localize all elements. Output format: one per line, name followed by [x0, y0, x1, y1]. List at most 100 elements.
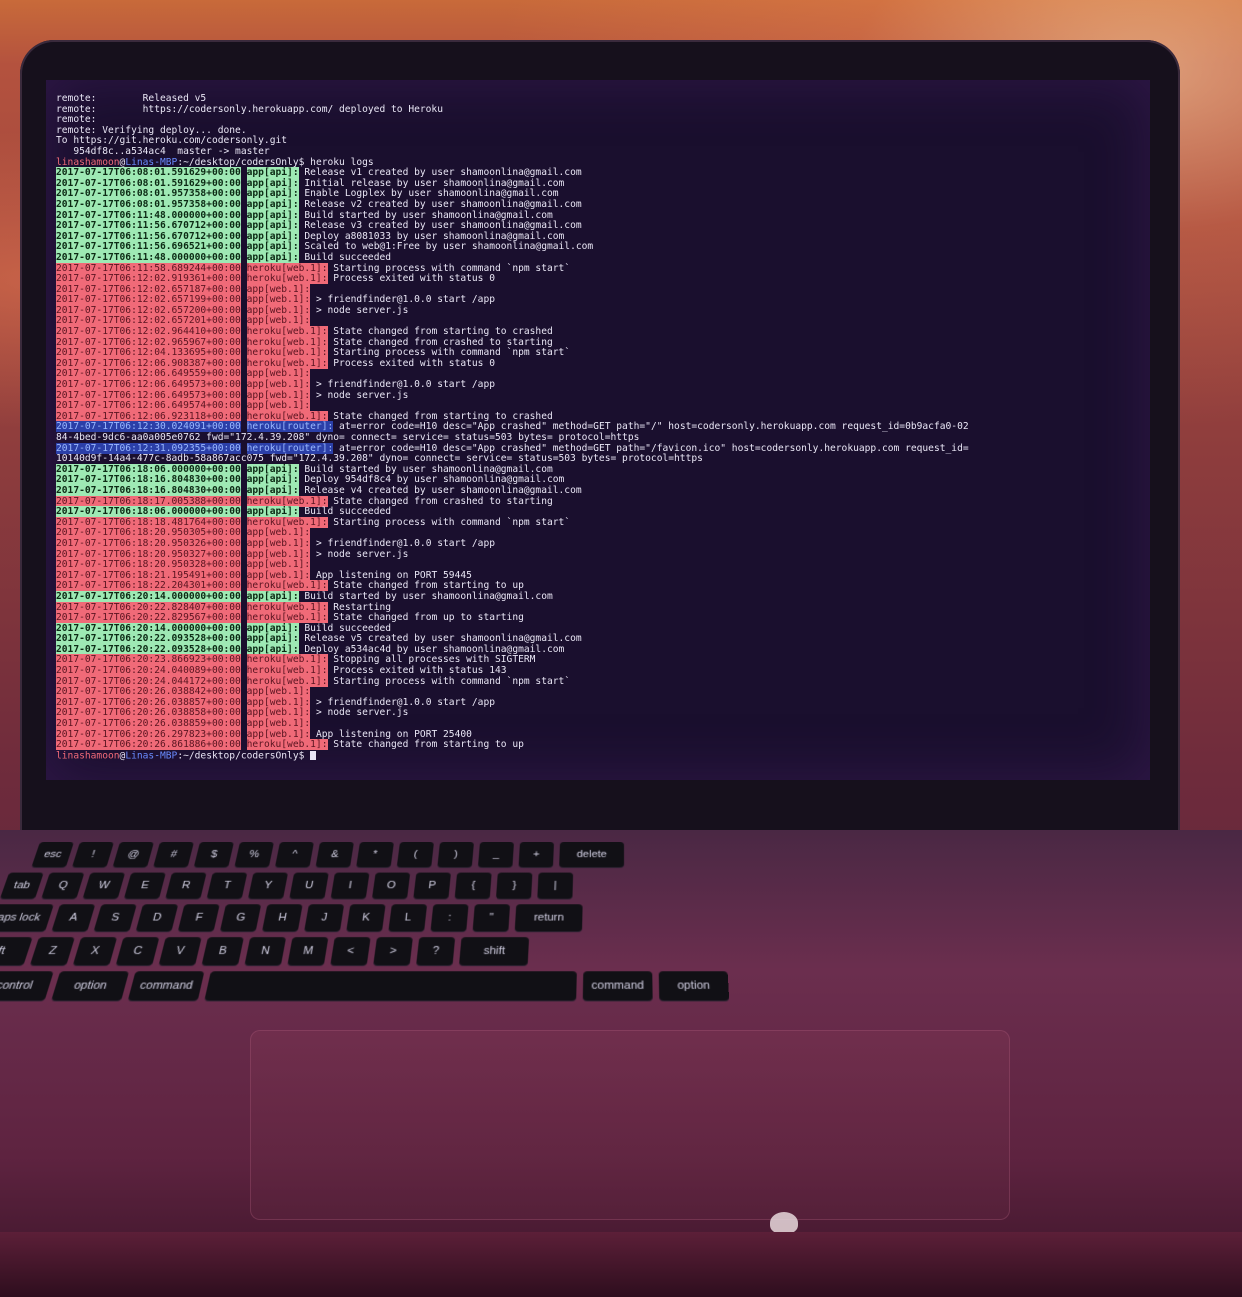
log-source: app[web.1]: [246, 696, 311, 708]
log-spacer [241, 443, 247, 454]
key-control[interactable]: control [0, 971, 54, 1001]
log-timestamp: 2017-07-17T06:08:01.591629+00:00 [56, 167, 241, 179]
key-i[interactable]: I [330, 872, 370, 899]
key-command[interactable]: command [582, 971, 653, 1001]
terminal-line: 2017-07-17T06:20:14.000000+00:00 app[api… [56, 590, 1150, 603]
log-message: App listening on PORT 59445 [310, 569, 472, 581]
key-h[interactable]: H [262, 904, 303, 932]
key-esc[interactable]: esc [31, 842, 74, 868]
key--[interactable]: ) [437, 842, 474, 868]
key-j[interactable]: J [304, 904, 345, 932]
log-source: heroku[web.1]: [246, 326, 328, 338]
key-n[interactable]: N [244, 937, 287, 966]
key--[interactable]: < [330, 937, 371, 966]
key-g[interactable]: G [219, 904, 262, 932]
key-shift[interactable]: shift [459, 937, 530, 966]
key-option[interactable]: option [658, 971, 730, 1001]
key-f[interactable]: F [177, 904, 220, 932]
log-timestamp: 2017-07-17T06:18:17.005388+00:00 [56, 495, 241, 507]
keyboard-row: shift Z X C V B N M < >? shift [0, 937, 530, 967]
key-d[interactable]: D [135, 904, 179, 932]
log-source: heroku[web.1]: [246, 357, 328, 369]
key-p[interactable]: P [413, 872, 451, 899]
key-s[interactable]: S [93, 904, 137, 932]
key--[interactable]: & [315, 842, 354, 868]
log-message: Starting process with command `npm start… [327, 516, 571, 528]
log-source: heroku[web.1]: [246, 336, 328, 348]
log-timestamp: 2017-07-17T06:18:16.804830+00:00 [56, 474, 241, 486]
key--[interactable]: : [430, 904, 469, 932]
output-text: 954df8c..a534ac4 master -> master [56, 145, 270, 157]
key--[interactable]: " [472, 904, 511, 932]
key--[interactable]: * [356, 842, 394, 868]
key-shift[interactable]: shift [0, 937, 33, 966]
key--[interactable]: } [495, 872, 533, 899]
log-message: Starting process with command `npm start… [327, 262, 571, 274]
key-y[interactable]: Y [247, 872, 289, 899]
key-x[interactable]: X [72, 937, 118, 966]
key-tab[interactable]: tab [0, 872, 44, 899]
key-r[interactable]: R [165, 872, 207, 899]
log-source: app[web.1]: [246, 368, 311, 380]
log-message: > friendfinder@1.0.0 start /app [310, 696, 496, 708]
key--[interactable]: ! [71, 842, 114, 868]
log-timestamp: 2017-07-17T06:12:02.657199+00:00 [56, 294, 241, 306]
key--[interactable]: # [153, 842, 194, 868]
key-v[interactable]: V [158, 937, 202, 966]
key-k[interactable]: K [346, 904, 386, 932]
key-option[interactable]: option [51, 971, 130, 1001]
log-spacer [241, 570, 247, 581]
key-delete[interactable]: delete [559, 842, 625, 868]
key--[interactable]: { [454, 872, 492, 899]
log-timestamp: 2017-07-17T06:20:26.038857+00:00 [56, 696, 241, 708]
log-spacer [241, 718, 247, 729]
log-source: app[api]: [246, 474, 299, 486]
log-timestamp: 2017-07-17T06:12:06.649573+00:00 [56, 389, 241, 401]
terminal-window[interactable]: remote: Released v5 remote: https://coder… [56, 93, 1150, 761]
key-caps-lock[interactable]: caps lock [0, 904, 54, 932]
key-z[interactable]: Z [29, 937, 75, 966]
key--[interactable]: ^ [274, 842, 314, 868]
trackpad[interactable] [250, 1030, 1010, 1220]
key--[interactable]: | [537, 872, 574, 899]
key-o[interactable]: O [371, 872, 411, 899]
key-command[interactable]: command [127, 971, 205, 1001]
output-text: remote: [56, 114, 97, 126]
key--[interactable]: ? [416, 937, 456, 966]
log-source: heroku[web.1]: [246, 601, 328, 613]
key-b[interactable]: B [201, 937, 244, 966]
key-q[interactable]: Q [41, 872, 85, 899]
key--[interactable]: $ [193, 842, 234, 868]
log-spacer [241, 506, 247, 517]
log-spacer [241, 644, 247, 655]
log-message: Build succeeded [298, 506, 392, 518]
log-spacer [241, 559, 247, 570]
log-timestamp: 2017-07-17T06:12:02.919361+00:00 [56, 273, 241, 285]
key-u[interactable]: U [289, 872, 329, 899]
output-text: 10140d9f-14a4-477c-8adb-58a867acc075 fwd… [56, 453, 703, 465]
key-a[interactable]: A [51, 904, 96, 932]
key--[interactable]: + [518, 842, 554, 868]
log-source: app[api]: [246, 633, 299, 645]
key-m[interactable]: M [287, 937, 329, 966]
key-l[interactable]: L [388, 904, 428, 932]
output-text: remote: https://codersonly.herokuapp.com… [56, 103, 443, 115]
key--[interactable]: % [234, 842, 274, 868]
log-spacer [241, 654, 247, 665]
key--[interactable]: ( [396, 842, 434, 868]
log-spacer [241, 220, 247, 231]
key-return[interactable]: return [514, 904, 583, 932]
log-message: State changed from up to starting [327, 612, 524, 624]
key--[interactable]: @ [112, 842, 154, 868]
key-space[interactable] [204, 971, 577, 1001]
log-timestamp: 2017-07-17T06:12:06.649559+00:00 [56, 368, 241, 380]
key-t[interactable]: T [206, 872, 248, 899]
key--[interactable]: _ [477, 842, 514, 868]
key--[interactable]: > [373, 937, 413, 966]
log-message: Release v5 created by user shamoonlina@g… [298, 633, 582, 645]
key-c[interactable]: C [115, 937, 160, 966]
log-message: Enable Logplex by user shamoonlina@gmail… [298, 188, 559, 200]
key-w[interactable]: W [82, 872, 126, 899]
log-message: > node server.js [310, 389, 409, 401]
key-e[interactable]: E [123, 872, 166, 899]
